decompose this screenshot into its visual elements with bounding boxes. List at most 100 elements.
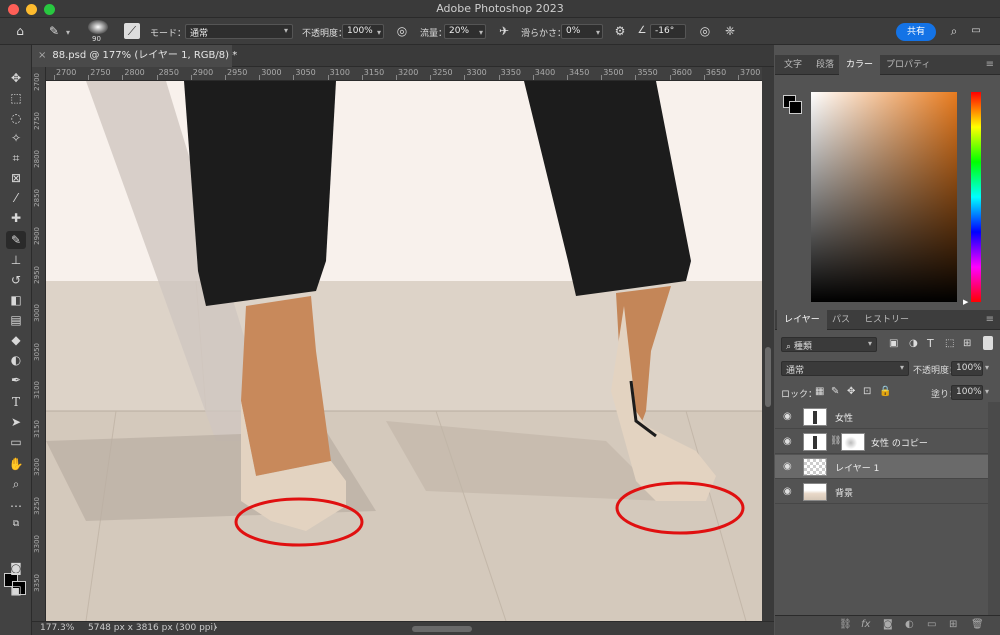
layer-row[interactable]: ◉ ⛓ 女性 のコピー <box>775 430 988 454</box>
zoom-level[interactable]: 177.3% <box>40 623 74 633</box>
gear-icon[interactable]: ⚙ <box>612 23 628 39</box>
saturation-value-field[interactable] <box>811 92 957 302</box>
eraser-tool-icon[interactable]: ◧ <box>6 291 26 309</box>
background-color-swatch[interactable] <box>789 101 802 114</box>
layer-opacity-input[interactable]: 100% <box>951 361 983 376</box>
mode-select[interactable]: 通常 ▾ <box>185 24 293 39</box>
default-colors-icon[interactable]: ⧉ <box>6 515 26 533</box>
layer-filter-select[interactable]: ⌕ 種類 ▾ <box>781 337 877 352</box>
eye-icon[interactable]: ◉ <box>783 411 792 422</box>
tab-paragraph[interactable]: 段落 <box>809 55 841 75</box>
move-tool-icon[interactable]: ✥ <box>6 69 26 87</box>
marquee-tool-icon[interactable]: ⬚ <box>6 89 26 107</box>
lock-position-icon[interactable]: ✥ <box>847 386 855 397</box>
panel-menu-icon[interactable]: ≡ <box>986 59 994 70</box>
path-select-tool-icon[interactable]: ➤ <box>6 413 26 431</box>
document-canvas[interactable] <box>46 81 762 621</box>
hue-slider[interactable] <box>971 92 981 302</box>
trash-icon[interactable]: 🗑 <box>971 619 984 630</box>
pressure-opacity-icon[interactable]: ◎ <box>394 23 410 39</box>
filter-smart-object-icon[interactable]: ⊞ <box>963 338 971 349</box>
brush-preset-chevron-icon[interactable]: ▾ <box>66 28 70 37</box>
lock-artboard-icon[interactable]: ⊡ <box>863 386 871 397</box>
stamp-tool-icon[interactable]: ⊥ <box>6 251 26 269</box>
panel-menu-icon[interactable]: ≡ <box>986 314 994 325</box>
healing-brush-tool-icon[interactable]: ✚ <box>6 209 26 227</box>
tab-paths[interactable]: パス <box>825 310 857 330</box>
history-brush-tool-icon[interactable]: ↺ <box>6 271 26 289</box>
lasso-tool-icon[interactable]: ◌ <box>6 109 26 127</box>
tab-color[interactable]: カラー <box>839 55 881 75</box>
scroll-thumb[interactable] <box>765 347 771 407</box>
tab-properties[interactable]: プロパティ <box>879 55 937 75</box>
brush-tool-icon[interactable]: ✎ <box>6 231 26 249</box>
blur-tool-icon[interactable]: ◆ <box>6 331 26 349</box>
layers-scrollbar[interactable] <box>988 402 1000 615</box>
ruler-tick-label: 2750 <box>90 68 111 77</box>
symmetry-icon[interactable]: ❈ <box>722 23 738 39</box>
angle-input[interactable]: -16° <box>650 24 686 39</box>
new-group-icon[interactable]: ▭ <box>927 619 936 630</box>
filter-adjustment-icon[interactable]: ◑ <box>909 338 918 349</box>
airbrush-icon[interactable]: ✈ <box>496 23 512 39</box>
quick-mask-icon[interactable]: ◙ <box>6 559 26 577</box>
adjustment-layer-icon[interactable]: ◐ <box>905 619 914 630</box>
filter-toggle[interactable] <box>983 336 993 350</box>
layer-row[interactable]: ◉ 背景 <box>775 480 988 504</box>
workspace-icon[interactable]: ▭ <box>968 23 984 39</box>
home-icon[interactable]: ⌂ <box>12 23 28 39</box>
add-mask-icon[interactable]: ◙ <box>883 619 893 630</box>
eyedropper-tool-icon[interactable]: ⁄ <box>6 189 26 207</box>
crop-tool-icon[interactable]: ⌗ <box>6 149 26 167</box>
fill-chevron-icon[interactable]: ▾ <box>985 387 989 396</box>
eye-icon[interactable]: ◉ <box>783 486 792 497</box>
flow-chevron-icon[interactable]: ▾ <box>479 28 483 37</box>
layer-mask-thumbnail[interactable] <box>841 433 865 451</box>
hand-tool-icon[interactable]: ✋ <box>6 455 26 473</box>
filter-pixel-icon[interactable]: ▣ <box>889 338 898 349</box>
tab-history[interactable]: ヒストリー <box>857 310 916 330</box>
layer-opacity-chevron-icon[interactable]: ▾ <box>985 363 989 372</box>
brush-settings-icon[interactable]: ⟋ <box>124 23 140 39</box>
new-layer-icon[interactable]: ⊞ <box>949 619 957 630</box>
type-tool-icon[interactable]: T <box>6 393 26 411</box>
quick-select-tool-icon[interactable]: ✧ <box>6 129 26 147</box>
opacity-chevron-icon[interactable]: ▾ <box>377 28 381 37</box>
rectangle-tool-icon[interactable]: ▭ <box>6 433 26 451</box>
gradient-tool-icon[interactable]: ▤ <box>6 311 26 329</box>
brush-preset-icon[interactable]: ✎ <box>46 23 62 39</box>
zoom-tool-icon[interactable]: ⌕ <box>6 475 26 493</box>
lock-image-icon[interactable]: ✎ <box>831 386 839 397</box>
canvas-vertical-scrollbar[interactable] <box>762 67 774 621</box>
share-button[interactable]: 共有 <box>896 23 936 41</box>
search-icon[interactable]: ⌕ <box>946 23 962 39</box>
close-tab-icon[interactable]: × <box>38 50 46 61</box>
eye-icon[interactable]: ◉ <box>783 436 792 447</box>
canvas-horizontal-scroll-thumb[interactable] <box>412 626 472 632</box>
document-tab[interactable]: × 88.psd @ 177% (レイヤー 1, RGB/8) * <box>32 45 237 67</box>
filter-shape-icon[interactable]: ⬚ <box>945 338 954 349</box>
brush-tip-icon[interactable] <box>88 20 108 34</box>
fill-input[interactable]: 100% <box>951 385 983 400</box>
more-tools-icon[interactable]: ⋯ <box>6 497 26 515</box>
hue-slider-handle[interactable]: ▶ <box>963 298 968 306</box>
chain-link-icon[interactable]: ⛓ <box>830 436 841 446</box>
layer-style-icon[interactable]: fx <box>861 619 870 630</box>
screen-mode-icon[interactable]: ▣ <box>6 581 26 599</box>
blend-mode-select[interactable]: 通常 ▾ <box>781 361 909 376</box>
lock-all-icon[interactable]: 🔒 <box>879 386 891 397</box>
lock-transparent-icon[interactable]: ▦ <box>815 386 824 397</box>
dodge-tool-icon[interactable]: ◐ <box>6 351 26 369</box>
layer-row[interactable]: ◉ 女性 <box>775 405 988 429</box>
eye-icon[interactable]: ◉ <box>783 461 792 472</box>
pressure-size-icon[interactable]: ◎ <box>697 23 713 39</box>
status-chevron-icon[interactable]: › <box>214 623 218 633</box>
tab-layers[interactable]: レイヤー <box>777 310 827 330</box>
tab-character[interactable]: 文字 <box>777 55 809 75</box>
link-layers-icon[interactable]: ⛓ <box>839 619 852 630</box>
smoothing-chevron-icon[interactable]: ▾ <box>596 28 600 37</box>
filter-type-icon[interactable]: T <box>927 337 934 350</box>
pen-tool-icon[interactable]: ✒ <box>6 371 26 389</box>
layer-row-selected[interactable]: ◉ レイヤー 1 <box>775 455 988 479</box>
frame-tool-icon[interactable]: ⊠ <box>6 169 26 187</box>
